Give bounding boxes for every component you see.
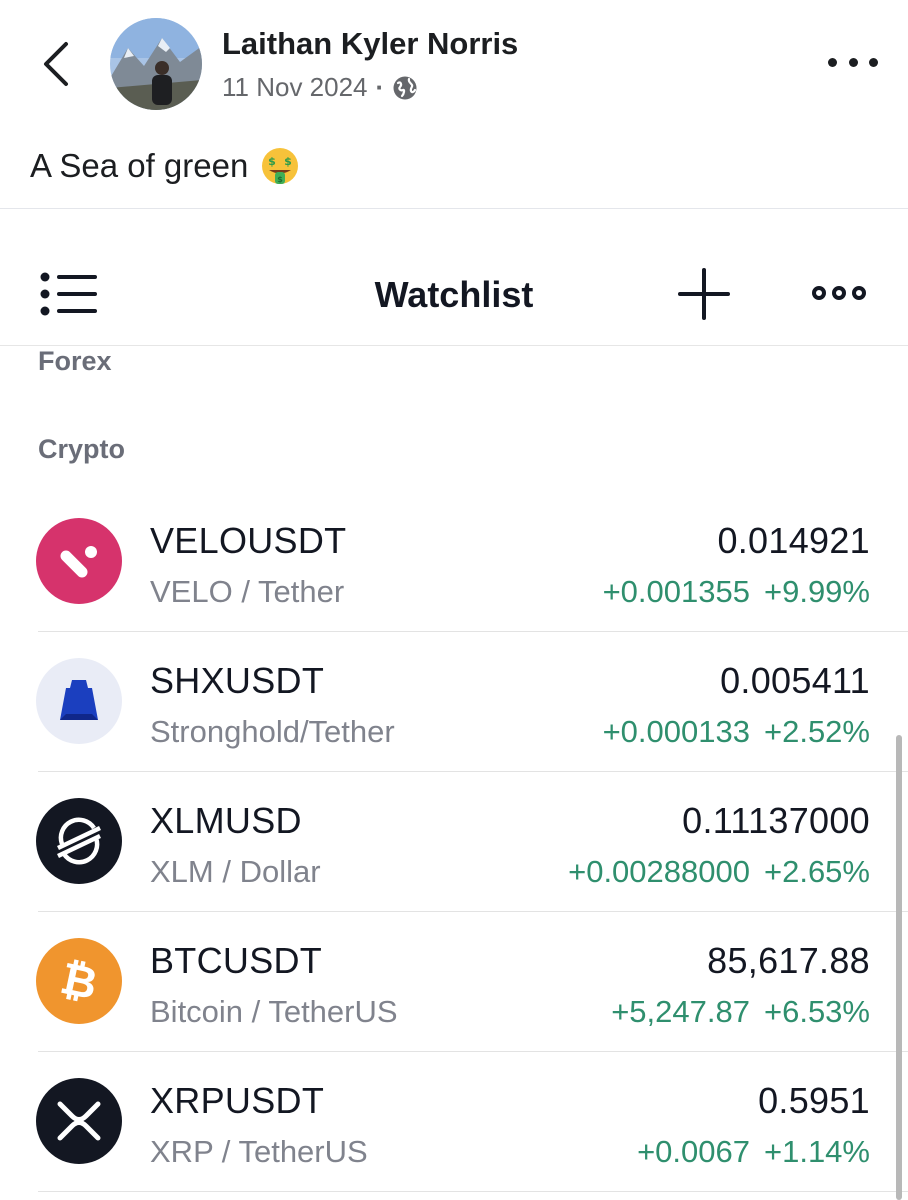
symbol-description: Bitcoin / TetherUS <box>150 994 398 1029</box>
post-date[interactable]: 11 Nov 2024 <box>222 72 368 103</box>
svg-text:$: $ <box>285 155 293 168</box>
symbol: XRPUSDT <box>150 1080 325 1121</box>
more-dot-icon <box>869 57 878 67</box>
price-change: +0.000133 +2.52% <box>603 714 870 750</box>
velo-logo-icon <box>60 546 97 578</box>
last-price: 85,617.88 <box>707 940 870 981</box>
change-value: +5,247.87 <box>611 994 750 1029</box>
plus-icon <box>678 268 730 320</box>
meta-separator: · <box>375 72 385 102</box>
price-change: +5,247.87 +6.53% <box>611 994 870 1030</box>
xrp-logo-icon <box>57 1101 101 1141</box>
watchlist-row[interactable]: XLMUSD XLM / Dollar 0.11137000 +0.002880… <box>0 772 908 912</box>
post-header: Laithan Kyler Norris 11 Nov 2024 · <box>0 0 908 130</box>
change-value: +0.0067 <box>637 1134 750 1169</box>
change-value: +0.00288000 <box>568 854 750 889</box>
symbol-description: VELO / Tether <box>150 574 345 609</box>
globe-icon <box>393 76 417 99</box>
symbol: XLMUSD <box>150 800 302 841</box>
post-divider <box>0 208 908 209</box>
change-percent: +2.52% <box>763 714 870 749</box>
stronghold-logo-icon <box>36 658 122 744</box>
caption-text: A Sea of green <box>30 147 249 184</box>
svg-text:$: $ <box>269 155 277 168</box>
more-dot-icon <box>848 57 858 67</box>
watchlist-row[interactable]: ₿ BTCUSDT Bitcoin / TetherUS 85,617.88 +… <box>0 912 908 1052</box>
xrp-logo-icon <box>36 1078 122 1164</box>
watchlist-rows: VELOUSDT VELO / Tether 0.014921 +0.00135… <box>0 492 908 1192</box>
section-crypto[interactable]: Crypto <box>38 434 125 465</box>
watchlist-title: Watchlist <box>374 274 534 315</box>
last-price: 0.014921 <box>717 520 870 561</box>
post-meta: 11 Nov 2024 · <box>222 72 418 103</box>
price-change: +0.00288000 +2.65% <box>568 854 870 890</box>
change-value: +0.000133 <box>602 714 750 749</box>
watchlist-row[interactable]: SHXUSDT Stronghold/Tether 0.005411 +0.00… <box>0 632 908 772</box>
watchlist-row[interactable]: VELOUSDT VELO / Tether 0.014921 +0.00135… <box>0 492 908 632</box>
last-price: 0.11137000 <box>682 800 870 841</box>
row-divider <box>38 1191 908 1192</box>
change-percent: +6.53% <box>763 994 870 1029</box>
change-value: +0.001355 <box>602 574 750 609</box>
svg-text:$: $ <box>278 175 284 184</box>
change-percent: +1.14% <box>763 1134 870 1169</box>
money-mouth-face-emoji: $ $ $ <box>262 148 299 184</box>
price-change: +0.001355 +9.99% <box>603 574 870 610</box>
last-price: 0.005411 <box>720 660 870 701</box>
section-forex[interactable]: Forex <box>38 346 112 377</box>
back-button[interactable] <box>36 40 76 88</box>
post-caption: A Sea of green $ $ $ <box>30 146 300 186</box>
last-price: 0.5951 <box>758 1080 870 1121</box>
watchlist-more-button[interactable] <box>812 284 866 302</box>
more-dot-icon <box>828 57 837 67</box>
add-symbol-button[interactable] <box>676 266 732 322</box>
post-more-button[interactable] <box>828 50 878 74</box>
bitcoin-logo-icon: ₿ <box>56 953 102 1010</box>
symbol: SHXUSDT <box>150 660 325 701</box>
symbol-description: Stronghold/Tether <box>150 714 395 749</box>
author-name[interactable]: Laithan Kyler Norris <box>222 26 518 62</box>
velo-logo-icon <box>36 518 122 604</box>
symbol: VELOUSDT <box>150 520 347 561</box>
watchlist-row[interactable]: XRPUSDT XRP / TetherUS 0.5951 +0.0067 +1.… <box>0 1052 908 1192</box>
symbol-description: XLM / Dollar <box>150 854 321 889</box>
more-ring-icon <box>812 286 826 300</box>
more-ring-icon <box>852 286 866 300</box>
stellar-logo-icon <box>57 817 101 865</box>
svg-text:₿: ₿ <box>56 953 102 1010</box>
chevron-left-icon <box>44 42 68 86</box>
change-percent: +9.99% <box>763 574 870 609</box>
price-change: +0.0067 +1.14% <box>637 1134 870 1170</box>
symbol: BTCUSDT <box>150 940 323 981</box>
bitcoin-logo-icon: ₿ <box>36 938 122 1024</box>
watchlist-scrollbar[interactable] <box>896 735 902 1200</box>
more-ring-icon <box>832 286 846 300</box>
watchlist-toolbar: Watchlist <box>0 240 908 346</box>
profile-photo <box>110 18 202 110</box>
symbol-description: XRP / TetherUS <box>150 1134 368 1169</box>
stronghold-logo-icon <box>60 680 98 720</box>
change-percent: +2.65% <box>763 854 870 889</box>
avatar[interactable] <box>110 18 202 110</box>
stellar-logo-icon <box>36 798 122 884</box>
